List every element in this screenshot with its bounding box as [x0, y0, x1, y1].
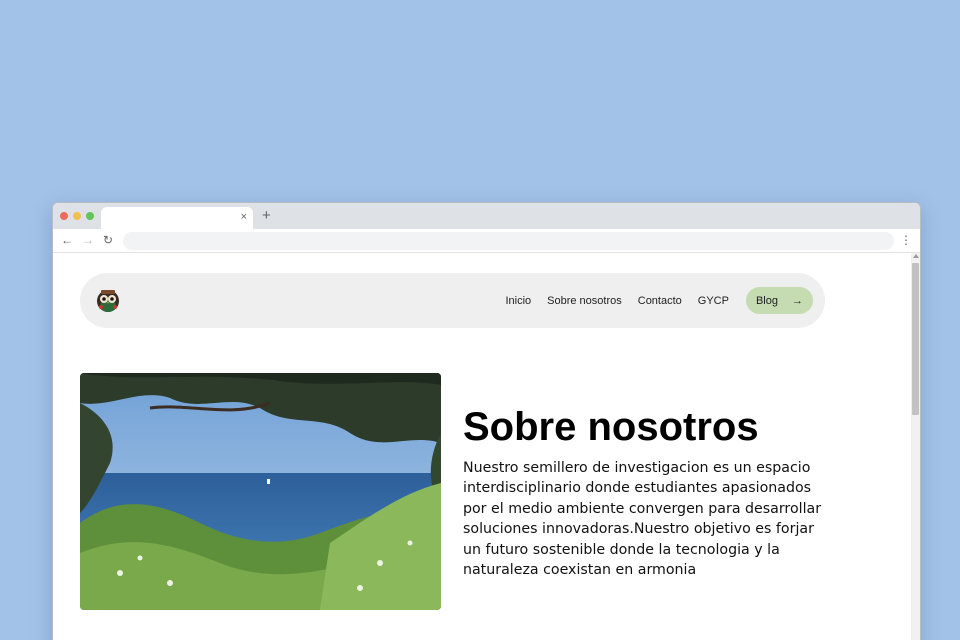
minimize-window-icon[interactable] — [73, 212, 81, 220]
browser-window: × + ← → ↻ ⋮ Inicio Sobre nosotros Contac… — [52, 202, 921, 640]
forward-icon[interactable]: → — [82, 232, 94, 248]
site-navbar: Inicio Sobre nosotros Contacto GYCP Blog… — [80, 273, 825, 328]
about-title: Sobre nosotros — [463, 405, 759, 449]
tab-close-icon[interactable]: × — [241, 210, 247, 224]
maximize-window-icon[interactable] — [86, 212, 94, 220]
coastal-landscape-image — [80, 373, 441, 610]
about-description: Nuestro semillero de investigacion es un… — [463, 460, 822, 579]
browser-menu-icon[interactable]: ⋮ — [900, 232, 912, 248]
nav-link-inicio[interactable]: Inicio — [505, 295, 531, 307]
blog-button[interactable]: Blog → — [745, 287, 813, 314]
scroll-up-icon[interactable] — [913, 254, 919, 258]
scroll-thumb[interactable] — [912, 263, 919, 415]
page-viewport: Inicio Sobre nosotros Contacto GYCP Blog… — [53, 253, 920, 640]
new-tab-icon[interactable]: + — [262, 207, 271, 225]
browser-toolbar: ← → ↻ ⋮ — [53, 229, 920, 253]
nav-link-sobre-nosotros[interactable]: Sobre nosotros — [547, 295, 622, 307]
tab-strip: × + — [53, 203, 920, 229]
address-bar[interactable] — [123, 232, 894, 250]
nav-link-gycp[interactable]: GYCP — [698, 295, 729, 307]
nav-links: Inicio Sobre nosotros Contacto GYCP Blog… — [489, 287, 813, 314]
arrow-right-icon: → — [792, 294, 803, 307]
owl-mascot-icon[interactable] — [95, 287, 121, 313]
reload-icon[interactable]: ↻ — [103, 232, 113, 248]
nav-link-contacto[interactable]: Contacto — [638, 295, 682, 307]
active-tab[interactable]: × — [101, 207, 253, 229]
close-window-icon[interactable] — [60, 212, 68, 220]
page-scrollbar[interactable] — [911, 253, 920, 640]
back-icon[interactable]: ← — [61, 232, 73, 248]
blog-button-label: Blog — [755, 294, 778, 307]
about-section: Sobre nosotros Nuestro semillero de inve… — [463, 403, 833, 580]
